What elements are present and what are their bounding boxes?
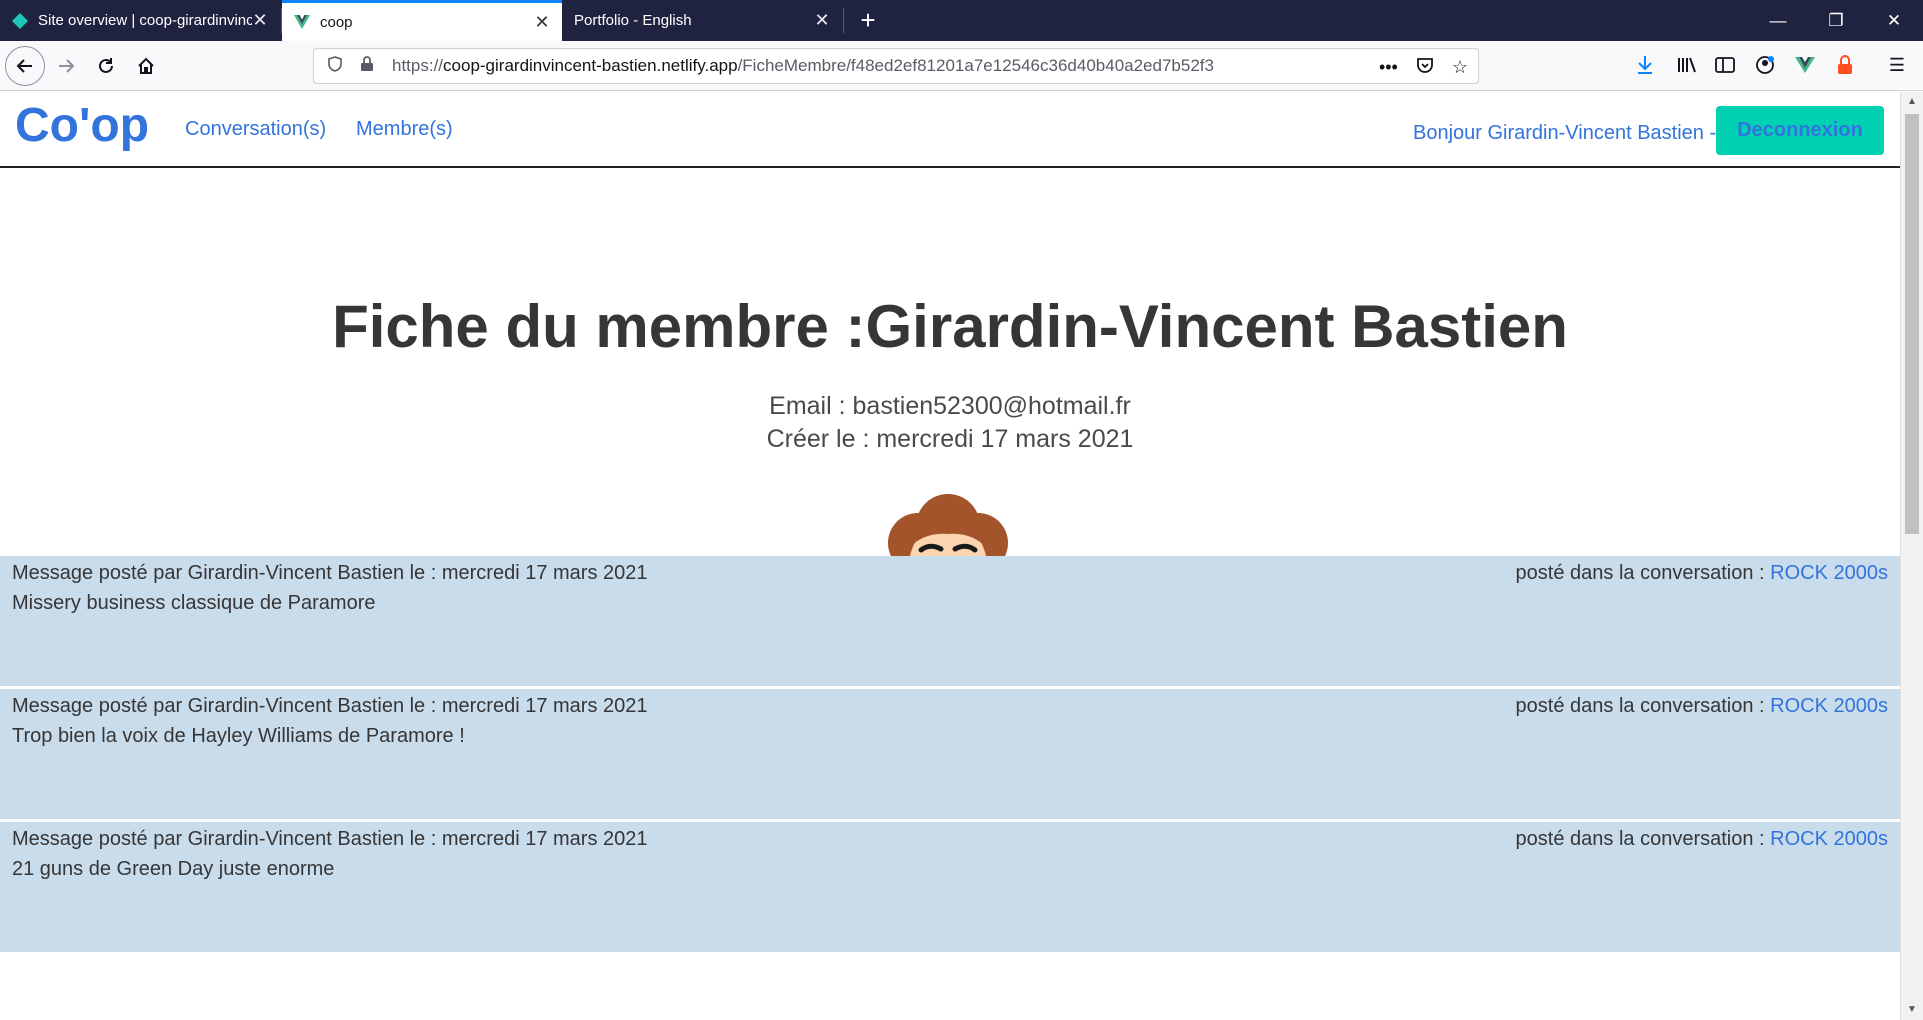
url-scheme: https:// bbox=[392, 56, 444, 75]
conversation-prefix: posté dans la conversation : bbox=[1515, 695, 1771, 717]
tab-title: Portfolio - English bbox=[574, 12, 692, 29]
member-created-date: Créer le : mercredi 17 mars 2021 bbox=[766, 425, 1134, 453]
scroll-up-arrow-icon[interactable]: ▲ bbox=[1901, 92, 1923, 112]
scroll-down-arrow-icon[interactable]: ▼ bbox=[1901, 1000, 1923, 1020]
shield-icon[interactable] bbox=[324, 56, 346, 76]
pocket-icon[interactable] bbox=[1416, 56, 1434, 79]
greeting-text: Bonjour Girardin-Vincent Bastien - bbox=[1413, 122, 1717, 144]
close-icon[interactable]: ✕ bbox=[534, 12, 550, 33]
page-title: Fiche du membre :Girardin-Vincent Bastie… bbox=[332, 293, 1568, 360]
message-meta: Message posté par Girardin-Vincent Basti… bbox=[12, 828, 648, 850]
browser-tab-bar: Site overview | coop-girardinvincent-bas… bbox=[0, 0, 1923, 41]
home-icon[interactable] bbox=[128, 48, 164, 84]
vue-icon bbox=[294, 15, 310, 29]
netlify-icon bbox=[12, 12, 28, 29]
new-tab-plus-icon[interactable]: + bbox=[852, 4, 884, 36]
library-icon[interactable] bbox=[1672, 50, 1702, 80]
hamburger-menu-icon[interactable]: ☰ bbox=[1882, 50, 1912, 80]
conversation-link[interactable]: ROCK 2000s bbox=[1770, 562, 1888, 584]
conversation-link[interactable]: ROCK 2000s bbox=[1770, 828, 1888, 850]
message-card: Message posté par Girardin-Vincent Basti… bbox=[0, 822, 1900, 952]
account-icon[interactable] bbox=[1750, 50, 1780, 80]
conversation-link[interactable]: ROCK 2000s bbox=[1770, 695, 1888, 717]
lock-icon[interactable] bbox=[356, 56, 378, 76]
vue-devtools-icon[interactable] bbox=[1790, 50, 1820, 80]
message-body: Missery business classique de Paramore bbox=[12, 592, 376, 614]
tab-title: coop bbox=[320, 13, 353, 31]
tab-coop[interactable]: coop ✕ bbox=[282, 0, 562, 41]
tab-site-overview[interactable]: Site overview | coop-girardinvincent-bas… bbox=[0, 0, 280, 41]
url-host: coop-girardinvincent-bastien.netlify.app bbox=[443, 56, 738, 75]
logout-button[interactable]: Deconnexion bbox=[1716, 106, 1884, 155]
message-conversation: posté dans la conversation : ROCK 2000s bbox=[1516, 695, 1888, 718]
close-icon[interactable]: ✕ bbox=[252, 10, 268, 31]
restore-icon[interactable]: ❐ bbox=[1807, 0, 1865, 41]
site-navbar: Co'op Conversation(s) Membre(s) Bonjour … bbox=[0, 92, 1900, 168]
page-content: Co'op Conversation(s) Membre(s) Bonjour … bbox=[0, 92, 1900, 1020]
scrollbar-thumb[interactable] bbox=[1905, 114, 1919, 534]
conversation-prefix: posté dans la conversation : bbox=[1515, 562, 1771, 584]
message-conversation: posté dans la conversation : ROCK 2000s bbox=[1516, 562, 1888, 585]
message-meta: Message posté par Girardin-Vincent Basti… bbox=[12, 562, 648, 584]
minimize-icon[interactable]: — bbox=[1749, 0, 1807, 41]
url-bar[interactable]: https://coop-girardinvincent-bastien.net… bbox=[313, 48, 1479, 84]
more-dots-icon[interactable]: ••• bbox=[1379, 57, 1398, 78]
tab-separator bbox=[843, 8, 844, 33]
bookmark-star-icon[interactable]: ☆ bbox=[1452, 57, 1468, 78]
message-card: Message posté par Girardin-Vincent Basti… bbox=[0, 556, 1900, 686]
reload-icon[interactable] bbox=[88, 48, 124, 84]
member-email: Email : bastien52300@hotmail.fr bbox=[769, 392, 1131, 420]
close-icon[interactable]: ✕ bbox=[814, 10, 830, 31]
brand-logo[interactable]: Co'op bbox=[15, 98, 149, 153]
browser-toolbar: https://coop-girardinvincent-bastien.net… bbox=[0, 41, 1923, 91]
page-scrollbar[interactable]: ▲ ▼ bbox=[1900, 92, 1923, 1020]
tab-title: Site overview | coop-girardinvincent-bas… bbox=[38, 12, 252, 29]
download-icon[interactable] bbox=[1630, 50, 1660, 80]
conversation-prefix: posté dans la conversation : bbox=[1515, 828, 1771, 850]
url-actions: ••• ☆ bbox=[1379, 49, 1468, 85]
back-arrow-icon[interactable] bbox=[5, 46, 45, 86]
nav-conversations-link[interactable]: Conversation(s) bbox=[185, 118, 326, 141]
window-close-icon[interactable]: ✕ bbox=[1865, 0, 1923, 41]
extension-lock-icon[interactable] bbox=[1830, 50, 1860, 80]
nav-members-link[interactable]: Membre(s) bbox=[356, 118, 453, 141]
sidebar-icon[interactable] bbox=[1710, 50, 1740, 80]
message-card: Message posté par Girardin-Vincent Basti… bbox=[0, 689, 1900, 819]
tab-portfolio[interactable]: Portfolio - English ✕ bbox=[562, 0, 842, 41]
message-meta: Message posté par Girardin-Vincent Basti… bbox=[12, 695, 648, 717]
message-body: 21 guns de Green Day juste enorme bbox=[12, 858, 335, 880]
message-conversation: posté dans la conversation : ROCK 2000s bbox=[1516, 828, 1888, 851]
message-body: Trop bien la voix de Hayley Williams de … bbox=[12, 725, 465, 747]
forward-arrow-icon[interactable] bbox=[48, 48, 84, 84]
url-text: https://coop-girardinvincent-bastien.net… bbox=[392, 56, 1214, 76]
url-path: /FicheMembre/f48ed2ef81201a7e12546c36d40… bbox=[737, 56, 1214, 75]
